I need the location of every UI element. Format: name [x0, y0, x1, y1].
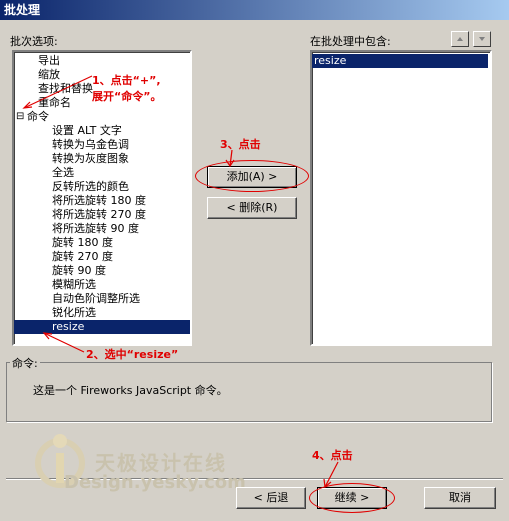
tree-item-label: 查找和替换	[38, 82, 93, 95]
list-item[interactable]: resize	[312, 54, 488, 68]
add-button-highlight	[195, 160, 309, 192]
annotation-step3: 3、点击	[220, 138, 261, 151]
triangle-up-icon	[457, 37, 463, 41]
tree-item-label: 旋转 90 度	[52, 264, 106, 277]
annotation-step2: 2、选中“resize”	[86, 348, 179, 361]
tree-item[interactable]: resize	[14, 320, 190, 334]
tree-item-label: 将所选旋转 90 度	[52, 222, 139, 235]
tree-item-label: 全选	[52, 166, 74, 179]
move-up-button[interactable]	[451, 31, 469, 47]
tree-item-label: 设置 ALT 文字	[52, 124, 122, 137]
tree-item-label: 模糊所选	[52, 278, 96, 291]
tree-item-label: 缩放	[38, 68, 60, 81]
tree-item-label: 重命名	[38, 96, 71, 109]
tree-item-label: 命令	[27, 110, 49, 123]
annotation-step1-line1: 1、点击“+”,	[92, 74, 161, 87]
description-text: 这是一个 Fireworks JavaScript 命令。	[33, 384, 228, 397]
cancel-button[interactable]: 取消	[424, 487, 496, 509]
tree-item-label: 将所选旋转 180 度	[52, 194, 146, 207]
back-button[interactable]: < 后退	[236, 487, 306, 509]
description-group-label: 命令:	[10, 355, 40, 371]
expand-icon[interactable]: ⊟	[16, 110, 24, 124]
tree-item-label: 锐化所选	[52, 306, 96, 319]
continue-button-highlight	[309, 483, 395, 513]
tree-item-label: 导出	[38, 54, 60, 67]
included-label: 在批处理中包含:	[310, 35, 391, 48]
title-bar: 批处理	[0, 0, 509, 20]
triangle-down-icon	[479, 37, 485, 41]
tree-item-label: 反转所选的颜色	[52, 180, 129, 193]
tree-item-label: 旋转 180 度	[52, 236, 113, 249]
annotation-step1-line2: 展开“命令”。	[92, 90, 162, 103]
window-title: 批处理	[4, 3, 41, 17]
tree-item-label: 自动色阶调整所选	[52, 292, 140, 305]
included-list[interactable]: resize	[310, 50, 492, 346]
tree-item-label: 转换为乌金色调	[52, 138, 129, 151]
watermark-en: Design.yesky.com	[64, 472, 246, 493]
tree-item-label: 转换为灰度图象	[52, 152, 129, 165]
annotation-step4: 4、点击	[312, 449, 353, 462]
batch-options-label: 批次选项:	[10, 35, 58, 48]
move-down-button[interactable]	[473, 31, 491, 47]
tree-item-label: resize	[52, 320, 85, 333]
tree-item-label: 将所选旋转 270 度	[52, 208, 146, 221]
tree-item-label: 旋转 270 度	[52, 250, 113, 263]
remove-button[interactable]: < 删除(R)	[207, 197, 297, 219]
